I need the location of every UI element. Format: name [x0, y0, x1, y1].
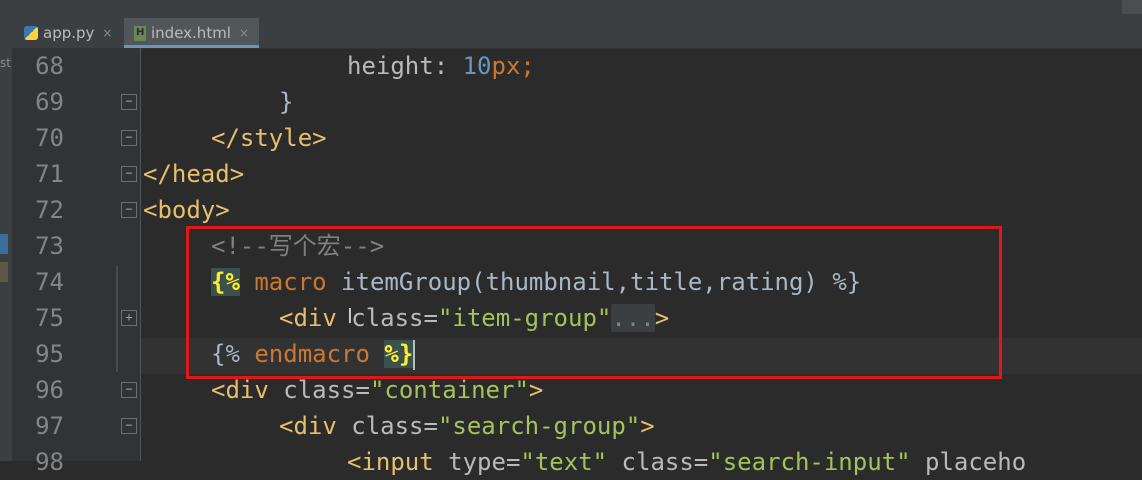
selection-marker — [0, 234, 8, 254]
close-tab-icon[interactable]: × — [102, 26, 112, 40]
editor-menu-icon[interactable] — [1122, 0, 1142, 14]
tab-label: app.py — [43, 24, 95, 42]
code-line-69: } — [279, 88, 294, 116]
selection-marker — [0, 262, 8, 282]
fold-end-icon[interactable] — [121, 94, 137, 110]
change-marker — [116, 266, 118, 372]
project-panel-edge — [0, 48, 12, 461]
annotation-highlight-box — [186, 226, 1002, 379]
line-number: 68 — [35, 52, 64, 80]
code-line-71: </head> — [143, 160, 245, 188]
line-number: 74 — [35, 268, 64, 296]
editor-tab-bar: app.py × index.html × — [0, 0, 1142, 49]
fold-start-icon[interactable] — [121, 382, 137, 398]
line-number: 71 — [35, 160, 64, 188]
fold-end-icon[interactable] — [121, 130, 137, 146]
code-line-97: <div class="search-group"> — [279, 412, 655, 440]
line-number: 70 — [35, 124, 64, 152]
line-number: 95 — [35, 340, 64, 368]
code-line-98: <input type="text" class="search-input" … — [347, 448, 1027, 476]
side-panel-text: st — [0, 56, 11, 70]
tab-app-py[interactable]: app.py × — [14, 18, 124, 48]
tab-label: index.html — [151, 24, 231, 42]
line-number: 72 — [35, 196, 64, 224]
html-file-icon — [134, 25, 146, 41]
close-tab-icon[interactable]: × — [239, 26, 249, 40]
line-number: 96 — [35, 376, 64, 404]
line-number: 97 — [35, 412, 64, 440]
line-number: 73 — [35, 232, 64, 260]
fold-start-icon[interactable] — [121, 202, 137, 218]
tab-index-html[interactable]: index.html × — [124, 18, 259, 48]
code-line-70: </style> — [211, 124, 327, 152]
code-line-72: <body> — [143, 196, 230, 224]
fold-end-icon[interactable] — [121, 166, 137, 182]
line-number: 98 — [35, 448, 64, 476]
code-line-68: height: 10px; — [347, 52, 535, 80]
fold-expand-icon[interactable] — [121, 310, 137, 326]
fold-start-icon[interactable] — [121, 418, 137, 434]
python-file-icon — [24, 26, 38, 40]
line-number: 69 — [35, 88, 64, 116]
line-number: 75 — [35, 304, 64, 332]
